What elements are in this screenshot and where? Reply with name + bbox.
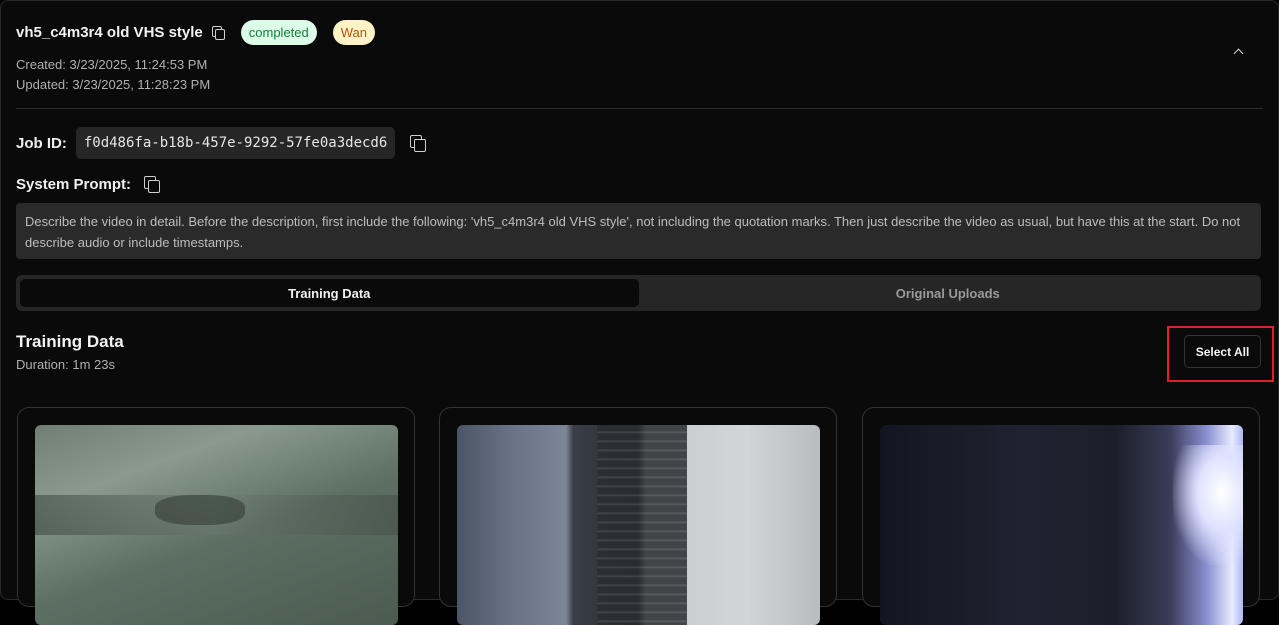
job-id-value: f0d486fa-b18b-457e-9292-57fe0a3decd6 [75, 127, 396, 159]
created-timestamp: Created: 3/23/2025, 11:24:53 PM [16, 57, 208, 72]
video-card[interactable] [862, 407, 1260, 625]
tab-bar: Training Data Original Uploads [16, 275, 1261, 311]
title-row: vh5_c4m3r4 old VHS style completed Wan [16, 17, 1263, 47]
video-thumbnail[interactable] [457, 425, 820, 625]
job-header: vh5_c4m3r4 old VHS style completed Wan C… [16, 17, 1263, 109]
job-id-row: Job ID: f0d486fa-b18b-457e-9292-57fe0a3d… [16, 127, 427, 159]
timestamps: Created: 3/23/2025, 11:24:53 PM Updated:… [16, 55, 1263, 95]
chevron-up-icon[interactable] [1233, 47, 1243, 57]
system-prompt-text: Describe the video in detail. Before the… [16, 203, 1261, 259]
job-detail-panel: vh5_c4m3r4 old VHS style completed Wan C… [0, 0, 1279, 625]
model-badge: Wan [332, 19, 375, 45]
copy-icon[interactable] [143, 175, 161, 193]
job-title: vh5_c4m3r4 old VHS style [16, 23, 203, 41]
video-card[interactable] [439, 407, 837, 625]
copy-icon[interactable] [211, 25, 225, 40]
updated-timestamp: Updated: 3/23/2025, 11:28:23 PM [16, 77, 211, 92]
system-prompt-row: System Prompt: [16, 173, 161, 195]
job-id-label: Job ID: [16, 134, 67, 152]
video-thumbnail[interactable] [35, 425, 398, 625]
video-card[interactable] [17, 407, 415, 625]
thumbnail-texture [155, 495, 245, 525]
system-prompt-label: System Prompt: [16, 175, 132, 193]
section-title: Training Data [16, 332, 124, 351]
thumbnail-texture [1173, 445, 1243, 565]
select-all-button[interactable]: Select All [1184, 335, 1261, 368]
tab-training-data[interactable]: Training Data [20, 279, 639, 307]
status-badge: completed [240, 19, 317, 45]
copy-icon[interactable] [409, 134, 427, 152]
video-thumbnail[interactable] [880, 425, 1243, 625]
thumbnail-texture [597, 425, 687, 625]
duration-text: Duration: 1m 23s [16, 357, 115, 372]
tab-original-uploads[interactable]: Original Uploads [639, 279, 1258, 307]
